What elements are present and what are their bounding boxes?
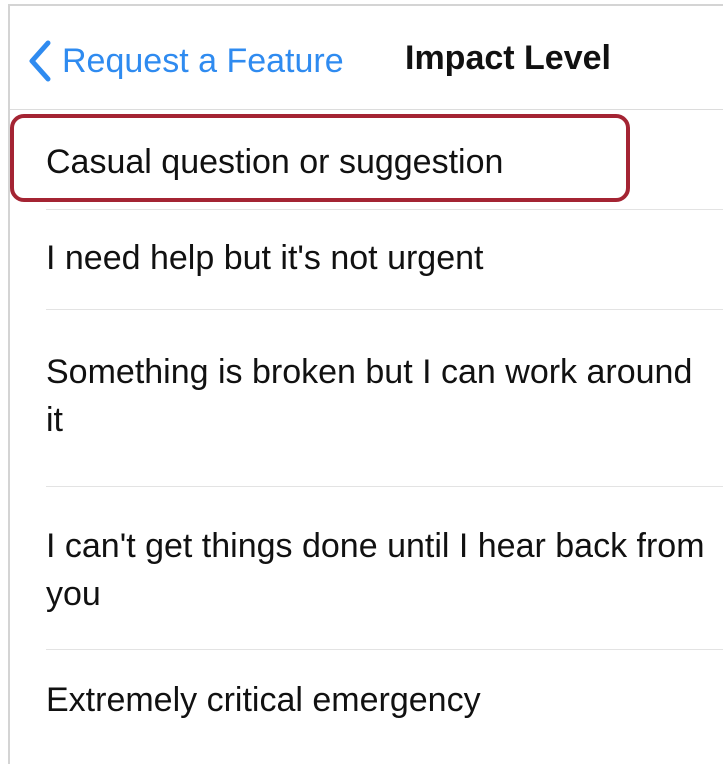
navigation-bar: Request a Feature Impact Level [10,6,723,110]
back-button-label: Request a Feature [62,41,344,80]
option-label: I can't get things done until I hear bac… [46,527,705,613]
option-casual-question[interactable]: Casual question or suggestion [10,110,723,210]
option-label: Extremely critical emergency [46,681,481,719]
option-need-help[interactable]: I need help but it's not urgent [10,210,723,310]
impact-level-list: Casual question or suggestion I need hel… [10,110,723,760]
option-label: Something is broken but I can work aroun… [46,353,693,439]
option-label: Casual question or suggestion [46,143,504,181]
option-critical-emergency[interactable]: Extremely critical emergency [10,650,723,760]
option-cant-get-things-done[interactable]: I can't get things done until I hear bac… [10,487,723,650]
back-button[interactable]: Request a Feature [28,36,344,86]
page-title: Impact Level [405,39,611,77]
option-label: I need help but it's not urgent [46,239,484,277]
app-screen: Request a Feature Impact Level Casual qu… [8,4,723,764]
chevron-left-icon [28,40,52,82]
option-something-broken[interactable]: Something is broken but I can work aroun… [10,310,723,487]
